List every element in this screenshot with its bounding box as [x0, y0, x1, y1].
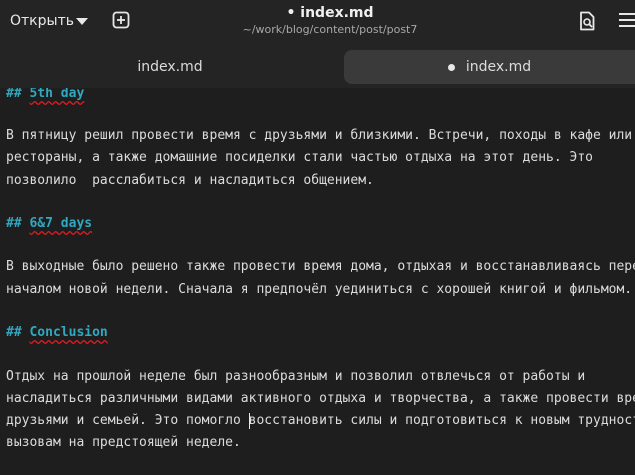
paragraph-line: началом новой недели. Сначала я предпочё…	[6, 282, 633, 297]
modified-dot-icon	[447, 63, 455, 71]
open-button[interactable]: Открыть	[0, 6, 96, 36]
tab-label: index.md	[137, 59, 203, 75]
chevron-down-icon	[76, 18, 88, 25]
paragraph-line: Отдых на прошлой неделе был разнообразны…	[6, 369, 586, 384]
text-editor[interactable]: ## 5th day В пятницу решил провести врем…	[0, 88, 635, 475]
open-button-label: Открыть	[10, 13, 74, 29]
heading-marker: ##	[6, 88, 30, 101]
paragraph-text: друзьями и семьей. Это помогло	[6, 413, 249, 428]
new-tab-icon	[112, 11, 130, 29]
heading-text: 6&7 days	[29, 216, 93, 231]
heading-marker: ##	[6, 216, 30, 231]
tab-bar: index.md index.md	[0, 42, 635, 88]
tab-index-md-2-active[interactable]: index.md	[344, 50, 635, 84]
tab-label: index.md	[465, 59, 532, 75]
paragraph-line: насладиться различными видами активного …	[6, 391, 635, 406]
heading-text: 5th day	[29, 88, 85, 101]
paragraph-text: восстановить силы и подготовиться к новы…	[248, 413, 635, 428]
window-subtitle: ~/work/blog/content/post/post7	[242, 23, 418, 36]
heading-line: ## 5th day	[6, 88, 84, 102]
window-title-area: • index.md ~/work/blog/content/post/post…	[200, 4, 460, 37]
paragraph-line: позволило расслабиться и насладиться общ…	[6, 173, 374, 188]
save-button[interactable]	[578, 11, 596, 31]
tab-index-md-1[interactable]: index.md	[8, 50, 332, 84]
header-bar: Открыть • index.md ~/work/blog/content/p…	[0, 0, 635, 42]
paragraph-line: рестораны, а также домашние посиделки ст…	[6, 150, 593, 165]
heading-text: Conclusion	[29, 325, 108, 340]
new-tab-button[interactable]	[112, 11, 130, 29]
hamburger-menu-icon	[619, 13, 635, 27]
main-menu-button[interactable]	[619, 13, 635, 29]
paragraph-line: вызовам на предстоящей неделе.	[6, 435, 241, 450]
window-title: • index.md	[286, 5, 374, 21]
paragraph-line: В выходные было решено также провести вр…	[6, 259, 635, 274]
heading-marker: ##	[6, 325, 30, 340]
heading-line: ## Conclusion	[6, 325, 108, 341]
heading-line: ## 6&7 days	[6, 216, 92, 232]
paragraph-line: В пятницу решил провести время с друзьям…	[6, 128, 633, 143]
document-save-icon	[580, 11, 595, 31]
paragraph-line: друзьями и семьей. Это помогло восстанов…	[6, 413, 635, 429]
